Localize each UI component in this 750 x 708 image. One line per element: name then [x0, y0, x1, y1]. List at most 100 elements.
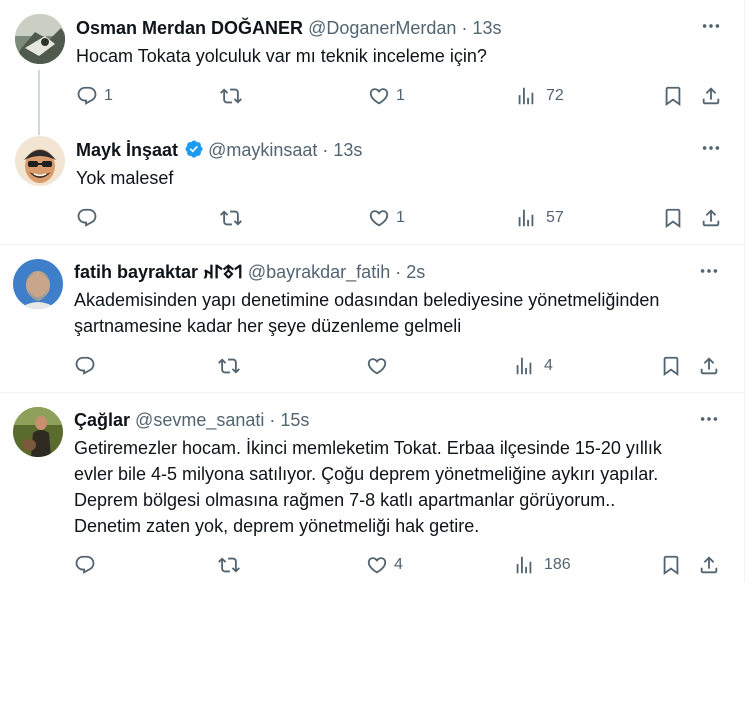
views-icon: [515, 85, 537, 107]
bookmark-button[interactable]: [660, 353, 682, 379]
tweet-actions: 4: [74, 353, 724, 379]
tweet-actions: 4 186: [74, 552, 724, 578]
reply-count: 1: [104, 87, 113, 104]
like-button[interactable]: [366, 353, 388, 379]
tweet-bayrakdar[interactable]: fatih bayraktar 𐰯𐱃𐰃𐰴 @bayrakdar_fatih · …: [0, 245, 744, 392]
reply-icon: [74, 355, 96, 377]
author-handle[interactable]: @bayrakdar_fatih: [248, 262, 390, 282]
tweet-text-line: Denetim zaten yok, deprem yönetmeliği ha…: [74, 516, 480, 536]
retweet-button[interactable]: [218, 353, 240, 379]
retweet-button[interactable]: [218, 552, 240, 578]
views-count: 57: [546, 209, 564, 226]
like-icon: [366, 355, 388, 377]
views-button[interactable]: 72: [515, 83, 564, 109]
like-count: 1: [396, 209, 405, 226]
share-button[interactable]: [700, 83, 722, 109]
author-name[interactable]: Çağlar: [74, 410, 130, 430]
tweet-text-line: Deprem bölgesi olmasına rağmen 7-8 katlı…: [74, 490, 616, 510]
bookmark-button[interactable]: [660, 552, 682, 578]
reply-icon: [76, 207, 98, 229]
tweet-maykinsaat[interactable]: Mayk İnşaat @maykinsaat · 13s Yok malesef…: [0, 122, 744, 244]
like-icon: [366, 554, 388, 576]
tweet-actions: 1 1 72: [76, 83, 726, 109]
author-name[interactable]: Mayk İnşaat: [76, 140, 178, 160]
like-count: 1: [396, 87, 405, 104]
tweet-text-line: Getiremezler hocam. İkinci memleketim To…: [74, 438, 662, 458]
tweet-text-line: şartnamesine kadar her şeye düzenleme ge…: [74, 316, 462, 336]
tweet-text: Hocam Tokata yolculuk var mı teknik ince…: [76, 46, 487, 66]
share-button[interactable]: [700, 205, 722, 231]
reply-icon: [76, 85, 98, 107]
more-icon: [698, 260, 720, 282]
timestamp[interactable]: · 13s: [461, 18, 501, 38]
share-icon: [698, 554, 720, 576]
timestamp[interactable]: · 2s: [395, 262, 425, 282]
reply-button[interactable]: 1: [76, 83, 113, 109]
share-icon: [698, 355, 720, 377]
views-count: 72: [546, 87, 564, 104]
tweet-text-line: Akademisinden yapı denetimine odasından …: [74, 290, 660, 310]
retweet-button[interactable]: [220, 205, 242, 231]
views-button[interactable]: 4: [513, 353, 553, 379]
views-icon: [515, 207, 537, 229]
tweet-text: Getiremezler hocam. İkinci memleketim To…: [74, 435, 662, 539]
views-button[interactable]: 57: [515, 205, 564, 231]
avatar[interactable]: [13, 259, 63, 309]
reply-button[interactable]: [74, 552, 96, 578]
more-icon: [700, 137, 722, 159]
like-icon: [368, 207, 390, 229]
share-icon: [700, 85, 722, 107]
retweet-icon: [218, 554, 240, 576]
timestamp[interactable]: · 15s: [269, 410, 309, 430]
reply-thread: Osman Merdan DOĞANER @DoganerMerdan · 13…: [0, 0, 745, 582]
like-button[interactable]: 1: [368, 83, 405, 109]
tweet-doganer[interactable]: Osman Merdan DOĞANER @DoganerMerdan · 13…: [0, 0, 744, 122]
more-icon: [700, 15, 722, 37]
share-button[interactable]: [698, 552, 720, 578]
verified-badge-icon: [185, 140, 203, 158]
tweet-text: Akademisinden yapı denetimine odasından …: [74, 287, 659, 339]
retweet-button[interactable]: [220, 83, 242, 109]
views-count: 4: [544, 357, 553, 374]
share-icon: [700, 207, 722, 229]
more-button[interactable]: [698, 138, 724, 158]
views-button[interactable]: 186: [513, 552, 571, 578]
more-button[interactable]: [696, 261, 722, 281]
tweet-sevme-sanati[interactable]: Çağlar @sevme_sanati · 15s Getiremezler …: [0, 393, 744, 582]
retweet-icon: [220, 207, 242, 229]
author-handle[interactable]: @sevme_sanati: [135, 410, 264, 430]
bookmark-icon: [662, 207, 684, 229]
like-button[interactable]: 4: [366, 552, 403, 578]
views-icon: [513, 355, 535, 377]
tweet-text: Yok malesef: [76, 168, 174, 188]
retweet-icon: [218, 355, 240, 377]
author-handle[interactable]: @DoganerMerdan: [308, 18, 456, 38]
like-button[interactable]: 1: [368, 205, 405, 231]
reply-icon: [74, 554, 96, 576]
views-icon: [513, 554, 535, 576]
tweet-actions: 1 57: [76, 205, 726, 231]
like-icon: [368, 85, 390, 107]
bookmark-icon: [660, 355, 682, 377]
timestamp[interactable]: · 13s: [322, 140, 362, 160]
more-button[interactable]: [696, 409, 722, 429]
avatar[interactable]: [15, 14, 65, 64]
avatar[interactable]: [13, 407, 63, 457]
retweet-icon: [220, 85, 242, 107]
bookmark-icon: [662, 85, 684, 107]
avatar[interactable]: [15, 136, 65, 186]
reply-button[interactable]: [76, 205, 98, 231]
more-icon: [698, 408, 720, 430]
bookmark-button[interactable]: [662, 205, 684, 231]
bookmark-button[interactable]: [662, 83, 684, 109]
author-name[interactable]: fatih bayraktar 𐰯𐱃𐰃𐰴: [74, 262, 243, 282]
more-button[interactable]: [698, 16, 724, 36]
tweet-text-line: evler bile 4-5 milyona satılıyor. Çoğu d…: [74, 464, 659, 484]
author-name[interactable]: Osman Merdan DOĞANER: [76, 18, 303, 38]
bookmark-icon: [660, 554, 682, 576]
reply-button[interactable]: [74, 353, 96, 379]
like-count: 4: [394, 556, 403, 573]
views-count: 186: [544, 556, 571, 573]
share-button[interactable]: [698, 353, 720, 379]
author-handle[interactable]: @maykinsaat: [208, 140, 317, 160]
